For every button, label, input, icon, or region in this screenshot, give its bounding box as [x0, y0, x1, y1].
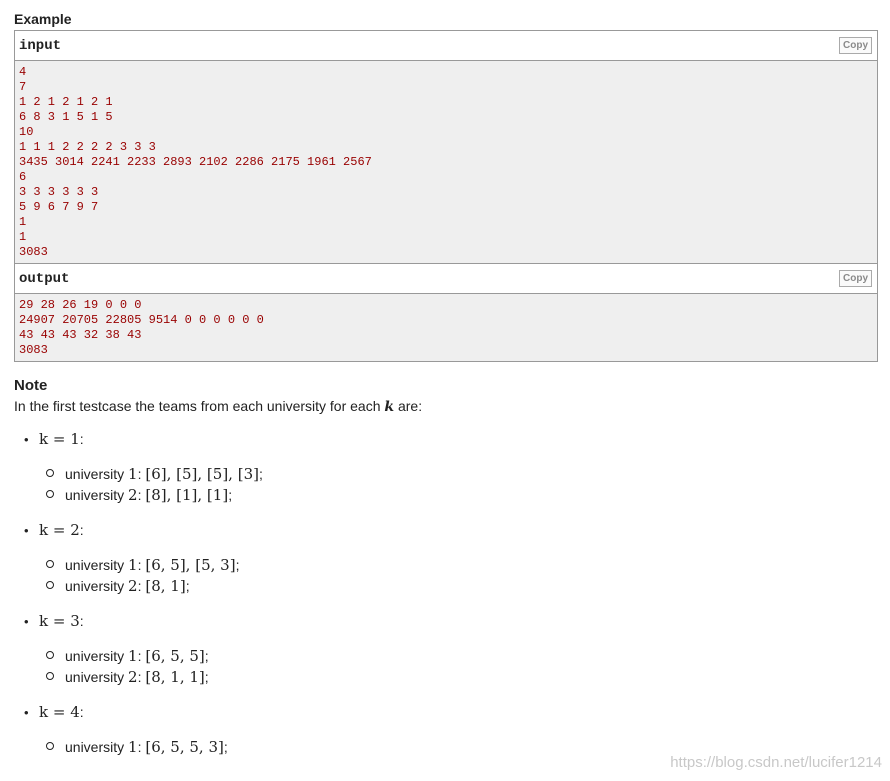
circle-bullet-icon — [46, 742, 54, 750]
university-label: university — [65, 557, 129, 573]
team-list: [8], [1], [1] — [145, 486, 229, 504]
input-line: 6 — [19, 170, 27, 184]
team-list: [8, 1, 1] — [145, 668, 205, 686]
input-line: 1 — [19, 230, 27, 244]
note-intro-before: In the first testcase the teams from eac… — [14, 398, 385, 414]
k-value: k = 4 — [39, 703, 80, 721]
university-item: university 2: [8], [1], [1]; — [46, 486, 232, 504]
circle-bullet-icon — [46, 560, 54, 568]
colon: : — [79, 431, 84, 447]
university-number: 1 — [128, 556, 138, 574]
example-title: Example — [14, 11, 72, 27]
output-label: output — [19, 271, 70, 287]
bullet-icon: • — [24, 523, 29, 538]
input-content: 471 2 1 2 1 2 16 8 3 1 5 1 5 10 1 1 1 2 2 … — [15, 61, 877, 263]
university-item: university 2: [8, 1, 1]; — [46, 668, 209, 686]
input-line: 7 — [19, 80, 27, 94]
university-item: university 1: [6, 5, 5]; — [46, 647, 209, 665]
semicolon: ; — [258, 466, 263, 482]
colon: : — [79, 522, 84, 538]
university-item: university 2: [8, 1]; — [46, 577, 190, 595]
circle-bullet-icon — [46, 469, 54, 477]
note-title: Note — [14, 377, 48, 394]
circle-bullet-icon — [46, 651, 54, 659]
university-label: university — [65, 487, 129, 503]
university-item: university 1: [6], [5], [5], [3]; — [46, 465, 263, 483]
input-header: input Copy — [15, 31, 877, 61]
input-line: 1 1 1 2 2 2 2 3 3 3 — [19, 140, 156, 154]
university-item: university 1: [6, 5], [5, 3]; — [46, 556, 239, 574]
input-line: 5 9 6 7 9 7 — [19, 200, 99, 214]
input-line: 6 8 3 1 5 1 5 — [19, 110, 113, 124]
university-label: university — [65, 466, 129, 482]
k-value: k = 3 — [39, 612, 80, 630]
k-case-item: • k = 4: — [24, 703, 84, 721]
team-list: [6], [5], [5], [3] — [145, 465, 259, 483]
output-line: 43 43 43 32 38 43 — [19, 328, 142, 342]
note-intro-var: k — [384, 399, 395, 415]
input-line: 1 — [19, 215, 27, 229]
circle-bullet-icon — [46, 490, 54, 498]
semicolon: ; — [204, 669, 209, 685]
bullet-icon: • — [24, 432, 29, 447]
semicolon: ; — [223, 739, 228, 755]
copy-input-button[interactable]: Copy — [839, 37, 872, 54]
note-intro: In the first testcase the teams from eac… — [14, 398, 422, 415]
semicolon: ; — [204, 648, 209, 664]
k-value: k = 2 — [39, 521, 80, 539]
output-line: 3083 — [19, 343, 48, 357]
bullet-icon: • — [24, 614, 29, 629]
university-number: 1 — [128, 738, 138, 756]
input-line: 3435 3014 2241 2233 2893 2102 2286 2175 … — [19, 155, 372, 169]
team-list: [6, 5, 5, 3] — [145, 738, 224, 756]
team-list: [6, 5], [5, 3] — [145, 556, 236, 574]
input-line: 4 — [19, 65, 27, 79]
colon: : — [79, 704, 84, 720]
k-case-item: • k = 2: — [24, 521, 84, 539]
output-content: 29 28 26 19 0 0 0 24907 20705 22805 9514 … — [15, 294, 877, 361]
university-item: university 1: [6, 5, 5, 3]; — [46, 738, 228, 756]
semicolon: ; — [185, 578, 190, 594]
semicolon: ; — [228, 487, 233, 503]
k-value: k = 1 — [39, 430, 80, 448]
university-number: 1 — [128, 647, 138, 665]
colon: : — [79, 613, 84, 629]
watermark: https://blog.csdn.net/lucifer1214 — [670, 754, 882, 771]
university-label: university — [65, 739, 129, 755]
university-number: 2 — [128, 668, 138, 686]
input-line: 3 3 3 3 3 3 — [19, 185, 99, 199]
team-list: [8, 1] — [145, 577, 186, 595]
university-label: university — [65, 648, 129, 664]
bullet-icon: • — [24, 705, 29, 720]
output-box: output Copy 29 28 26 19 0 0 0 24907 20705… — [14, 263, 878, 362]
team-list: [6, 5, 5] — [145, 647, 205, 665]
semicolon: ; — [235, 557, 240, 573]
input-line: 10 — [19, 125, 34, 139]
input-line: 3083 — [19, 245, 48, 259]
input-line: 1 2 1 2 1 2 1 — [19, 95, 113, 109]
output-line: 29 28 26 19 0 0 0 — [19, 298, 142, 312]
circle-bullet-icon — [46, 581, 54, 589]
note-intro-after: are: — [394, 398, 423, 414]
k-case-item: • k = 1: — [24, 430, 84, 448]
k-case-item: • k = 3: — [24, 612, 84, 630]
output-line: 24907 20705 22805 9514 0 0 0 0 0 0 — [19, 313, 264, 327]
university-label: university — [65, 669, 129, 685]
university-number: 1 — [128, 465, 138, 483]
output-header: output Copy — [15, 264, 877, 294]
input-label: input — [19, 38, 62, 54]
university-number: 2 — [128, 577, 138, 595]
university-number: 2 — [128, 486, 138, 504]
university-label: university — [65, 578, 129, 594]
copy-output-button[interactable]: Copy — [839, 270, 872, 287]
input-box: input Copy 471 2 1 2 1 2 16 8 3 1 5 1 51… — [14, 30, 878, 264]
circle-bullet-icon — [46, 672, 54, 680]
